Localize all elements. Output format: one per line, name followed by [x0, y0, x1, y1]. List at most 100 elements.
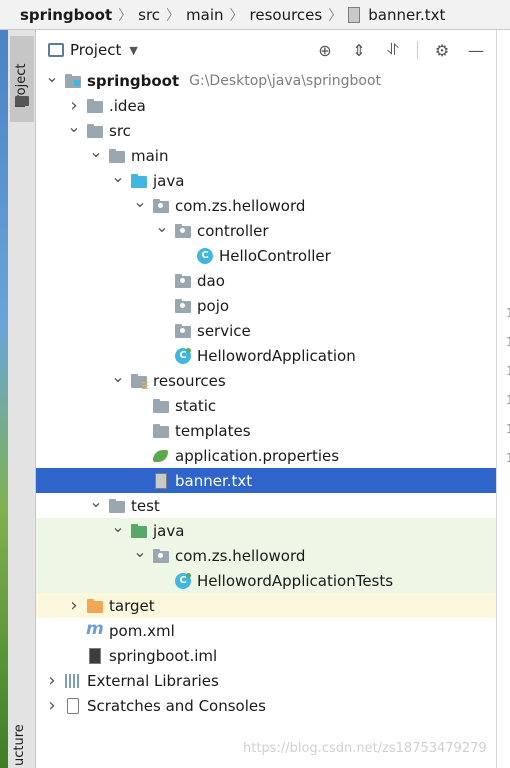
tree-item-label: controller	[197, 221, 269, 240]
collapse-all-icon[interactable]: ⥯	[383, 40, 403, 60]
chevron-right-icon: 〉	[328, 7, 343, 24]
chevron-down-icon[interactable]: ⌄	[66, 117, 82, 136]
chevron-down-icon[interactable]: ⌄	[110, 167, 126, 186]
tree-item[interactable]: › .idea	[36, 93, 496, 118]
package-icon	[174, 223, 192, 239]
tree-item[interactable]: ⌄ springboot G:\Desktop\java\springboot	[36, 67, 496, 93]
tree-item[interactable]: C HellowordApplicationTests	[36, 568, 496, 593]
chevron-right-icon: 〉	[229, 7, 244, 24]
tree-item[interactable]: ⌄ resources	[36, 367, 496, 393]
chevron-down-icon[interactable]: ⌄	[132, 542, 148, 561]
tree-item[interactable]: ⌄ main	[36, 142, 496, 168]
chevron-down-icon[interactable]: ⌄	[44, 67, 60, 86]
project-tool-tab[interactable]: Project	[10, 36, 34, 122]
tree-item[interactable]: › External Libraries	[36, 668, 496, 693]
panel-title[interactable]: Project	[70, 41, 121, 59]
scratches-icon	[64, 697, 82, 714]
tree-item[interactable]: C HelloController	[36, 243, 496, 268]
tree-item[interactable]: C HellowordApplication	[36, 343, 496, 368]
tree-item-label: HellowordApplication	[197, 346, 356, 365]
tree-item[interactable]: m pom.xml	[36, 618, 496, 643]
tree-item-label: application.properties	[175, 446, 340, 465]
tree-item[interactable]: dao	[36, 268, 496, 293]
tree-item[interactable]: ⌄ test	[36, 492, 496, 518]
tool-window-strip: Project ucture	[8, 30, 36, 768]
chevron-down-icon[interactable]: ⌄	[88, 142, 104, 161]
tree-item[interactable]: ⌄ com.zs.helloword	[36, 192, 496, 218]
chevron-right-icon[interactable]: ›	[66, 95, 82, 116]
chevron-down-icon[interactable]: ⌄	[88, 492, 104, 511]
text-file-icon	[152, 472, 170, 489]
breadcrumb-main[interactable]: main	[186, 6, 223, 24]
tree-item-label: target	[109, 596, 155, 615]
line-number: 1	[506, 393, 510, 407]
tree-item-label: HelloController	[219, 246, 331, 265]
maven-icon: m	[86, 618, 104, 639]
chevron-right-icon[interactable]: ›	[44, 670, 60, 691]
line-number: 1	[506, 364, 510, 378]
tree-item-label: service	[197, 321, 251, 340]
text-file-icon	[348, 6, 362, 23]
tree-item-label: Scratches and Consoles	[87, 696, 266, 715]
folder-icon	[86, 123, 104, 139]
tree-item[interactable]: ⌄ java	[36, 517, 496, 543]
breadcrumb-resources[interactable]: resources	[250, 6, 323, 24]
folder-icon	[108, 498, 126, 514]
desktop-background	[0, 30, 8, 768]
hide-icon[interactable]: —	[466, 40, 486, 60]
folder-icon	[86, 98, 104, 114]
package-icon	[174, 323, 192, 339]
breadcrumb: springboot 〉 src 〉 main 〉 resources 〉 ba…	[0, 0, 510, 30]
tree-item[interactable]: templates	[36, 418, 496, 443]
chevron-right-icon: 〉	[118, 7, 133, 24]
iml-file-icon	[86, 647, 104, 664]
tree-item-label: HellowordApplicationTests	[197, 571, 394, 590]
package-icon	[174, 273, 192, 289]
tree-item[interactable]: pojo	[36, 293, 496, 318]
expand-all-icon[interactable]: ⇕	[349, 40, 369, 60]
tree-item-label: springboot.iml	[109, 646, 218, 665]
tree-item-label: dao	[197, 271, 225, 290]
tree-item-label: java	[153, 521, 185, 540]
tree-item-label: templates	[175, 421, 251, 440]
breadcrumb-file[interactable]: banner.txt	[368, 6, 445, 24]
chevron-right-icon: 〉	[166, 7, 181, 24]
tree-item[interactable]: springboot.iml	[36, 643, 496, 668]
project-tree: ⌄ springboot G:\Desktop\java\springboot › .i…	[36, 67, 496, 718]
tree-item[interactable]: static	[36, 393, 496, 418]
breadcrumb-src[interactable]: src	[138, 6, 160, 24]
tree-item[interactable]: service	[36, 318, 496, 343]
tree-item[interactable]: ⌄ java	[36, 167, 496, 193]
line-number: 1	[506, 422, 510, 436]
tree-item[interactable]: ⌄ controller	[36, 217, 496, 243]
tree-item[interactable]: ⌄ src	[36, 117, 496, 143]
folder-icon	[152, 398, 170, 414]
spring-class-icon: C	[174, 347, 192, 364]
tree-item[interactable]: ⌄ com.zs.helloword	[36, 542, 496, 568]
chevron-down-icon[interactable]: ▼	[129, 44, 137, 57]
divider	[417, 41, 418, 59]
tree-item[interactable]: › target	[36, 593, 496, 618]
line-number: 1	[506, 335, 510, 349]
package-icon	[152, 198, 170, 214]
structure-tool-tab[interactable]: ucture	[12, 724, 27, 766]
tree-item-label: springboot	[87, 71, 180, 90]
spring-properties-icon	[152, 448, 170, 464]
test-folder-icon	[130, 523, 148, 539]
gear-icon[interactable]: ⚙	[432, 40, 452, 60]
tree-item[interactable]: application.properties	[36, 443, 496, 468]
tree-item[interactable]: › Scratches and Consoles	[36, 693, 496, 718]
chevron-down-icon[interactable]: ⌄	[110, 367, 126, 386]
tree-item-label: com.zs.helloword	[175, 196, 306, 215]
chevron-down-icon[interactable]: ⌄	[154, 217, 170, 236]
locate-icon[interactable]: ⊕	[315, 40, 335, 60]
breadcrumb-project[interactable]: springboot	[20, 6, 112, 24]
chevron-down-icon[interactable]: ⌄	[110, 517, 126, 536]
tree-item[interactable]: banner.txt	[36, 468, 496, 493]
chevron-right-icon[interactable]: ›	[66, 595, 82, 616]
chevron-down-icon[interactable]: ⌄	[132, 192, 148, 211]
tree-item-label: External Libraries	[87, 671, 219, 690]
tree-item-label: java	[153, 171, 185, 190]
chevron-right-icon[interactable]: ›	[44, 695, 60, 716]
line-number: 1	[506, 306, 510, 320]
